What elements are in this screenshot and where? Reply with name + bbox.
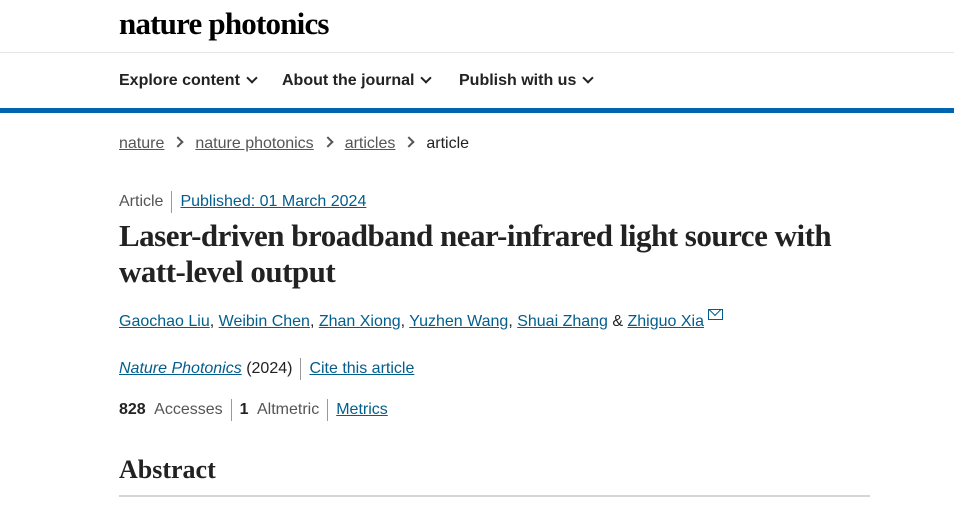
altmetric-label: Altmetric xyxy=(256,401,320,419)
divider xyxy=(230,399,232,421)
chevron-down-icon xyxy=(246,72,258,84)
cite-article-link[interactable]: Cite this article xyxy=(309,360,414,377)
nav-publish-with-us[interactable]: Publish with us xyxy=(459,72,595,90)
author-separator: , xyxy=(508,313,518,330)
nav-explore-content[interactable]: Explore content xyxy=(119,72,258,90)
breadcrumb-link-nature[interactable]: nature xyxy=(119,135,164,152)
journal-link[interactable]: Nature Photonics xyxy=(119,360,242,377)
site-logo[interactable]: nature photonics xyxy=(119,6,330,42)
author-separator: , xyxy=(400,313,410,330)
nav-about-journal[interactable]: About the journal xyxy=(282,72,433,90)
divider xyxy=(171,191,173,213)
citation-line: Nature Photonics (2024) Cite this article xyxy=(119,358,414,380)
chevron-down-icon xyxy=(420,72,433,84)
chevron-right-icon xyxy=(172,136,185,148)
article-type: Article xyxy=(119,193,164,211)
abstract-heading: Abstract xyxy=(119,455,216,484)
nav-item-label: Publish with us xyxy=(459,72,577,89)
published-date-link[interactable]: Published: 01 March 2024 xyxy=(180,193,366,210)
author-list: Gaochao Liu, Weibin Chen, Zhan Xiong, Yu… xyxy=(119,309,723,331)
author-separator: , xyxy=(209,313,219,330)
publication-year: (2024) xyxy=(246,360,293,378)
breadcrumb-link-articles[interactable]: articles xyxy=(345,135,396,152)
article-metrics: 828 Accesses 1 Altmetric Metrics xyxy=(119,399,388,421)
author-conjunction: & xyxy=(607,313,628,330)
accesses-count: 828 xyxy=(119,401,146,419)
divider xyxy=(327,399,329,421)
article-meta: Article Published: 01 March 2024 xyxy=(119,191,366,213)
abstract-divider xyxy=(119,495,870,497)
accesses-label: Accesses xyxy=(154,401,223,419)
altmetric-count: 1 xyxy=(239,401,249,419)
author-link[interactable]: Shuai Zhang xyxy=(517,313,608,330)
author-link[interactable]: Zhan Xiong xyxy=(319,313,401,330)
site-header: nature photonics xyxy=(0,0,954,53)
mail-icon[interactable] xyxy=(708,309,723,320)
main-nav: Explore content About the journal Publis… xyxy=(0,53,954,108)
breadcrumb-current: article xyxy=(426,135,470,152)
chevron-right-icon xyxy=(403,136,416,148)
author-link[interactable]: Gaochao Liu xyxy=(119,313,210,330)
chevron-right-icon xyxy=(322,136,334,148)
breadcrumb-link-journal[interactable]: nature photonics xyxy=(195,135,313,152)
author-link[interactable]: Yuzhen Wang xyxy=(409,313,508,330)
divider xyxy=(300,358,302,380)
nav-divider xyxy=(0,108,954,113)
article-title: Laser-driven broadband near-infrared lig… xyxy=(119,218,832,289)
nav-item-label: Explore content xyxy=(119,72,240,89)
metrics-link[interactable]: Metrics xyxy=(336,401,388,418)
author-separator: , xyxy=(309,313,319,330)
author-link[interactable]: Zhiguo Xia xyxy=(628,313,705,330)
chevron-down-icon xyxy=(582,72,595,84)
author-link[interactable]: Weibin Chen xyxy=(219,313,310,330)
nav-item-label: About the journal xyxy=(282,72,415,89)
breadcrumb: nature nature photonics articles article xyxy=(119,135,469,153)
